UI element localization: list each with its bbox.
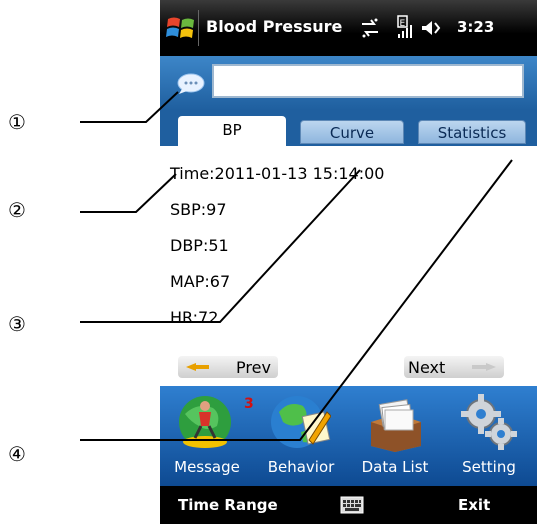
arrow-right-icon [472,363,496,371]
message-count-badge: 3 [244,396,254,412]
dock-behavior[interactable]: Behavior [254,386,348,486]
reading-map: MAP:67 [170,272,231,291]
behavior-icon [271,396,331,448]
app-title: Blood Pressure [206,17,343,36]
message-icon [179,396,231,448]
prev-button[interactable]: Prev [178,356,278,378]
tab-strip: BP Curve Statistics [160,110,537,146]
dock-message-label: Message [174,458,240,476]
windows-logo-icon[interactable] [166,14,196,42]
dock-data-list[interactable]: Data List [348,386,442,486]
time-range-softkey[interactable]: Time Range [178,496,278,514]
dock-data-list-label: Data List [361,458,429,476]
data-list-icon [371,399,421,452]
next-button[interactable]: Next [404,356,504,378]
prev-label: Prev [236,358,271,377]
keyboard-icon[interactable] [340,496,364,514]
bp-reading-panel: Time:2011-01-13 15:14:00 SBP:97 DBP:51 M… [160,146,537,386]
annotation-marker-2: ② [8,198,26,222]
message-input-row [160,56,537,110]
bottom-dock: 3 Message Behavior Data List Setting [160,386,537,486]
title-separator [198,10,199,46]
tab-curve[interactable]: Curve [300,120,404,144]
connectivity-icon [362,18,378,38]
phone-screen: Blood Pressure E 3:23 BP Curve Statistic… [160,0,537,524]
reading-dbp: DBP:51 [170,236,229,255]
dock-setting-label: Setting [462,458,516,476]
soft-key-bar: Time Range Exit [160,486,537,524]
annotation-marker-3: ③ [8,312,26,336]
clock: 3:23 [457,18,495,36]
reading-sbp: SBP:97 [170,200,227,219]
signal-icon: E [397,15,412,38]
message-input[interactable] [212,64,524,98]
chat-bubble-icon[interactable] [176,73,206,95]
svg-text:E: E [400,19,406,29]
next-label: Next [408,358,446,377]
annotation-marker-4: ④ [8,442,26,466]
tab-bp[interactable]: BP [178,116,286,146]
reading-hr: HR:72 [170,308,219,327]
tab-statistics[interactable]: Statistics [418,120,526,144]
exit-softkey[interactable]: Exit [458,496,490,514]
title-bar: Blood Pressure E 3:23 [160,0,537,56]
setting-icon [461,394,517,450]
annotation-marker-1: ① [8,110,26,134]
arrow-left-icon [186,363,209,371]
dock-setting[interactable]: Setting [442,386,536,486]
dock-message[interactable]: 3 Message [160,386,254,486]
dock-behavior-label: Behavior [267,458,335,476]
reading-time: Time:2011-01-13 15:14:00 [170,164,385,183]
volume-icon [422,21,441,35]
